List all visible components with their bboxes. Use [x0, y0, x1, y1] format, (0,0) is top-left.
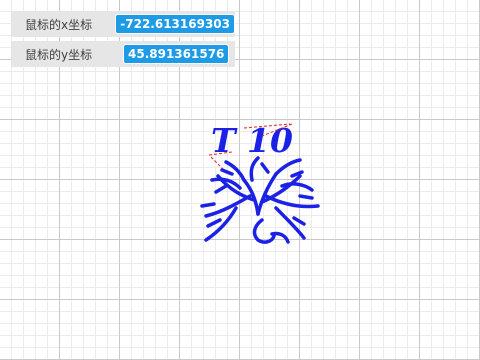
sprite-text: T 10: [211, 121, 293, 160]
sprite[interactable]: T 10: [200, 121, 320, 244]
tree-embroidery: [200, 156, 320, 244]
stage-canvas[interactable]: T 10: [0, 0, 480, 360]
